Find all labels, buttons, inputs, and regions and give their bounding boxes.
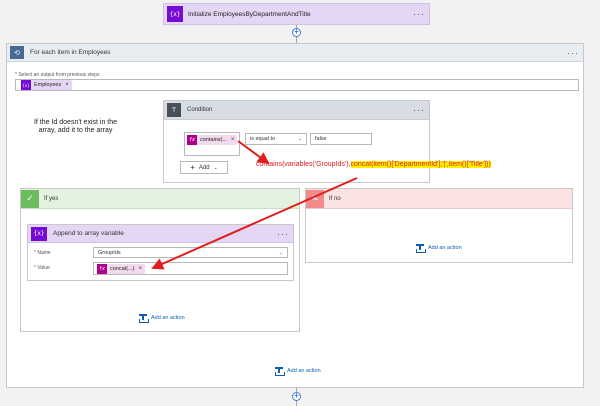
remove-token-icon[interactable]: × — [138, 266, 142, 272]
variable-icon: {x} — [167, 6, 183, 22]
condition-header[interactable]: ⊤ Condition ··· — [164, 101, 429, 120]
append-array-variable-card: {x} Append to array variable ··· * Name … — [27, 224, 294, 281]
add-action-icon — [416, 244, 426, 253]
condition-title: Condition — [187, 107, 213, 113]
more-options-icon[interactable]: ··· — [413, 10, 425, 19]
append-header[interactable]: {x} Append to array variable ··· — [28, 225, 293, 243]
condition-icon: ⊤ — [167, 103, 181, 117]
expression-fx-icon: fx — [97, 264, 107, 274]
foreach-title: For each item in Employees — [30, 49, 111, 56]
operator-value: is equal to — [250, 136, 276, 142]
if-no-title: If no — [329, 195, 341, 202]
add-button-label: Add — [198, 164, 210, 171]
if-no-branch: ✕ If no Add an action — [305, 188, 573, 263]
condition-card: ⊤ Condition ··· fx contains(... × is equ… — [163, 100, 430, 183]
add-condition-button[interactable]: + Add ⌄ — [180, 161, 228, 174]
add-action-label: Add an action — [151, 315, 185, 321]
contains-token-label: contains(... — [200, 137, 227, 143]
add-action-icon — [139, 314, 149, 323]
condition-left-operand[interactable]: fx contains(... × — [184, 132, 240, 156]
add-action-icon — [275, 367, 285, 376]
chevron-down-icon: ⌄ — [278, 250, 283, 256]
add-action-label: Add an action — [287, 368, 321, 374]
append-title: Append to array variable — [53, 230, 124, 237]
formula-callout: contains(variables('GroupIds'),concat(it… — [256, 161, 491, 168]
append-more-options-icon[interactable]: ··· — [277, 230, 289, 239]
condition-right-operand[interactable]: false — [310, 133, 372, 145]
select-output-field[interactable]: {x} Employees × — [15, 79, 579, 91]
select-output-label: * Select an output from previous steps — [15, 72, 100, 78]
close-icon: ✕ — [306, 189, 324, 208]
insert-step-plus-icon[interactable]: + — [292, 28, 301, 37]
if-yes-add-action[interactable]: Add an action — [139, 314, 185, 323]
foreach-add-action[interactable]: Add an action — [275, 367, 321, 376]
concat-token-label: concat(...) — [110, 266, 135, 272]
foreach-more-options-icon[interactable]: ··· — [567, 49, 579, 58]
formula-concat-part: concat(item()['DepartmentId'],'|',item()… — [350, 161, 491, 168]
if-no-header[interactable]: ✕ If no — [306, 189, 572, 209]
insert-step-plus-icon[interactable]: + — [292, 392, 301, 401]
condition-more-options-icon[interactable]: ··· — [413, 106, 425, 115]
expression-fx-icon: fx — [187, 135, 197, 145]
variable-name-value: GroupIds — [98, 249, 121, 256]
employees-token[interactable]: {x} Employees × — [21, 80, 72, 90]
variable-name-select[interactable]: GroupIds ⌄ — [93, 247, 288, 258]
name-label: * Name — [34, 250, 51, 256]
remove-token-icon[interactable]: × — [231, 137, 235, 143]
formula-contains-part: contains(variables('GroupIds'), — [256, 161, 351, 168]
initialize-step-title: Initialize EmployeesByDepartmentAndTitle — [188, 10, 311, 18]
if-yes-header[interactable]: ✓ If yes — [21, 189, 299, 209]
remove-token-icon[interactable]: × — [65, 82, 69, 88]
chevron-down-icon: ⌄ — [297, 136, 302, 142]
chevron-down-icon: ⌄ — [213, 164, 218, 171]
operator-select[interactable]: is equal to ⌄ — [245, 133, 307, 145]
add-action-label: Add an action — [428, 245, 462, 251]
check-icon: ✓ — [21, 189, 39, 208]
right-operand-value: false — [315, 136, 327, 142]
initialize-variable-step[interactable]: {x} Initialize EmployeesByDepartmentAndT… — [163, 3, 430, 25]
if-yes-title: If yes — [44, 195, 59, 202]
annotation-text: If the Id doesn't exist in the array, ad… — [33, 119, 118, 134]
variable-icon: {x} — [21, 80, 31, 90]
value-label: * Value — [34, 265, 50, 271]
variable-icon: {x} — [31, 226, 47, 241]
contains-expression-token[interactable]: fx contains(... × — [187, 135, 238, 145]
if-no-add-action[interactable]: Add an action — [416, 244, 462, 253]
employees-token-label: Employees — [34, 82, 62, 88]
foreach-header[interactable]: ⟲ For each item in Employees ··· — [7, 44, 583, 62]
plus-icon: + — [190, 163, 195, 172]
loop-icon: ⟲ — [10, 46, 24, 59]
concat-expression-token[interactable]: fx concat(...) × — [97, 264, 145, 274]
value-field[interactable]: fx concat(...) × — [93, 262, 288, 275]
